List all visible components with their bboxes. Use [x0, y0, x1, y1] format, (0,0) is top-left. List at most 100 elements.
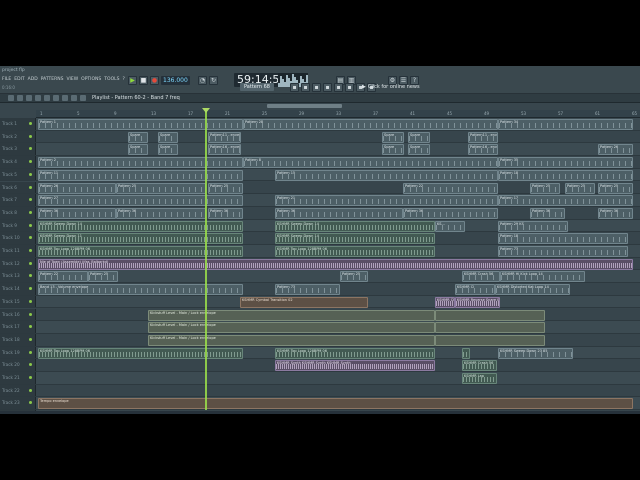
track-row[interactable]: Track 17 Kickstuff Level - Main / Lock en… — [0, 321, 640, 334]
track-row[interactable]: Track 13 Pattern 22 Pattern 25 Pattern 25 KS… — [0, 270, 640, 284]
track-header[interactable]: Track 20 — [0, 359, 36, 371]
clip[interactable]: Pattern 17 — [498, 195, 633, 207]
track-row[interactable]: Track 12 Nie of Town (Assemble) (jfas_Bal… — [0, 257, 640, 271]
clip[interactable]: Spare — [408, 131, 430, 143]
clip[interactable]: KSHMR Distorted Kat Loop 14 — [495, 284, 570, 296]
clip[interactable]: KSHMR Reverse Snare 06 02 — [455, 296, 500, 308]
track-header[interactable]: Track 15 — [0, 295, 36, 308]
menu-options[interactable]: OPTIONS — [81, 77, 101, 82]
clip[interactable]: Spare — [158, 144, 178, 156]
clip[interactable]: KSHMR Sweep Down 14 — [275, 233, 435, 245]
clip[interactable]: Kickstuff Level - Main / Lock envelope — [148, 309, 435, 321]
clip[interactable]: Pattern 36 — [275, 207, 403, 219]
clip[interactable]: Spare — [382, 144, 404, 156]
timeline-ruler[interactable]: 1 5 9 13 17 21 25 29 33 37 41 45 49 53 57 61 65 — [36, 110, 640, 118]
browser-icon[interactable]: ▪ — [334, 82, 343, 92]
clip[interactable]: Spare — [128, 144, 148, 156]
online-news[interactable]: ▶ Click for online news — [362, 82, 420, 92]
slip-icon[interactable] — [44, 95, 50, 101]
track-header[interactable]: Track 6 — [0, 181, 36, 194]
clip[interactable] — [462, 347, 470, 359]
track-row[interactable]: Track 3 Spare Spare Pattern16 - envelope Spa… — [0, 143, 640, 157]
track-header[interactable]: Track 1 — [0, 118, 36, 130]
track-header[interactable]: Track 23 — [0, 397, 36, 410]
horizontal-scrollbar[interactable] — [267, 104, 342, 108]
track-row[interactable]: Track 16 Kickstuff Level - Main / Lock en… — [0, 308, 640, 322]
clip[interactable]: KSHMR Crash 56 — [462, 271, 500, 283]
clip[interactable]: Pattern 36 — [208, 207, 243, 219]
clip[interactable]: Pattern 28 — [243, 119, 498, 130]
clip[interactable]: KSHMR Crash 56 — [462, 360, 497, 372]
play-button[interactable]: ▶ — [128, 75, 137, 85]
clip[interactable]: KSHMR Cl — [455, 284, 495, 296]
track-row[interactable]: Track 2 Spare Spare Pattern11 - envelope Spa… — [0, 130, 640, 144]
clip[interactable]: Band 13 - Volume envelope — [38, 284, 243, 296]
pattern-picker[interactable]: Pattern 68 — [240, 83, 274, 91]
menu-view[interactable]: VIEW — [66, 77, 78, 82]
menu-patterns[interactable]: PATTERNS — [41, 77, 64, 82]
clip[interactable]: Pattern 18 — [498, 233, 628, 245]
clip[interactable]: KSHMR Sweep Down 14 — [38, 220, 243, 232]
clip[interactable]: Pattern 29 KS — [498, 220, 568, 232]
clip[interactable]: Spare — [382, 131, 404, 143]
clip[interactable]: Pattern 11 — [38, 169, 243, 181]
clip[interactable]: Pattern 26 — [598, 144, 633, 156]
clip[interactable]: Pattern 22 — [38, 271, 88, 283]
track-header[interactable]: Track 21 — [0, 372, 36, 384]
clip[interactable]: Pattern11 - envelope — [468, 131, 498, 143]
clip[interactable]: Pattern 73 — [275, 284, 340, 296]
track-header[interactable]: Track 18 — [0, 333, 36, 346]
track-row[interactable]: Track 10 KSHMR Sweep Down 11 KSHMR Sweep D… — [0, 232, 640, 245]
clip[interactable]: KSHMR Top Loop 128BPM 06 — [38, 347, 243, 359]
metronome-icon[interactable]: ◔ — [198, 75, 207, 85]
channel-rack-icon[interactable]: ▪ — [312, 82, 321, 92]
clip[interactable] — [435, 334, 545, 346]
loop-icon[interactable]: ↻ — [209, 75, 218, 85]
menu-help[interactable]: ? — [122, 77, 124, 82]
track-row[interactable]: Track 21 KSHMR Lap — [0, 372, 640, 385]
clip[interactable]: Tempo envelope — [38, 398, 633, 410]
paint-icon[interactable] — [17, 95, 23, 101]
record-button[interactable]: ● — [150, 75, 159, 85]
playhead-marker[interactable] — [202, 108, 210, 410]
track-row[interactable]: Track 19 KSHMR Top Loop 128BPM 06 KSHMR To… — [0, 346, 640, 360]
clip[interactable]: KSHMR Hi Kick Loop 14 — [500, 271, 585, 283]
track-row[interactable]: Track 4 Pattern 2 Pattern 8 Pattern 35 — [0, 156, 640, 169]
slice-icon[interactable] — [53, 95, 59, 101]
zoom-icon[interactable] — [71, 95, 77, 101]
clip[interactable]: Pattern 36 — [403, 207, 498, 219]
track-row[interactable]: Track 1 Pattern 1 Pattern 28 Pattern 34 — [0, 118, 640, 131]
mute-icon[interactable] — [35, 95, 41, 101]
clip[interactable]: Pattern 27 — [38, 195, 243, 207]
track-row[interactable]: Track 18 Kickstuff Level - Main / Lock en… — [0, 333, 640, 347]
clip[interactable]: Pattern 25 — [88, 271, 118, 283]
clip[interactable]: Nie of Town (Assemble) (jfas_Balbarkd) — [38, 258, 633, 270]
clip[interactable]: Pattern 73 — [498, 246, 628, 257]
clip[interactable]: Pattern 25 — [340, 271, 368, 283]
track-header[interactable]: Track 19 — [0, 346, 36, 359]
track-row[interactable]: Track 14 Band 13 - Volume envelope Pattern… — [0, 283, 640, 296]
clip[interactable]: Pattern 25 — [116, 182, 206, 194]
track-row[interactable]: Track 7 Pattern 27 Pattern 21 Pattern 17 — [0, 194, 640, 207]
clip[interactable]: Pattern16 - envelope — [468, 144, 498, 156]
clip[interactable] — [435, 309, 545, 321]
clip[interactable]: Pattern 35 — [498, 157, 633, 169]
delete-icon[interactable] — [26, 95, 32, 101]
clip[interactable]: KSHMR Top Loop 128BPM 06 — [275, 246, 435, 257]
clip[interactable]: KSHMR Cymbal Transition 02 — [240, 296, 368, 308]
clip[interactable]: Pattern 26 — [38, 182, 116, 194]
news-label[interactable]: Click for online news — [368, 84, 420, 90]
clip[interactable]: Pattern 1 — [38, 119, 243, 130]
clip[interactable]: Pattern 36 — [116, 207, 206, 219]
tempo-display[interactable]: 136.000 — [161, 75, 190, 85]
stop-button[interactable]: ■ — [139, 75, 148, 85]
clip[interactable]: Pattern11 - envelope — [208, 131, 241, 143]
menu-file[interactable]: FILE — [2, 77, 11, 82]
menu-add[interactable]: ADD — [28, 77, 38, 82]
track-header[interactable]: Track 9 — [0, 219, 36, 232]
track-header[interactable]: Track 8 — [0, 206, 36, 219]
track-row[interactable]: Track 9 KSHMR Sweep Down 14 KSHMR Sweep Do… — [0, 219, 640, 233]
clip[interactable]: KSHMR Ck — [435, 296, 455, 308]
clip[interactable]: Pattern 25 — [208, 182, 243, 194]
clip[interactable]: KS... — [435, 220, 465, 232]
